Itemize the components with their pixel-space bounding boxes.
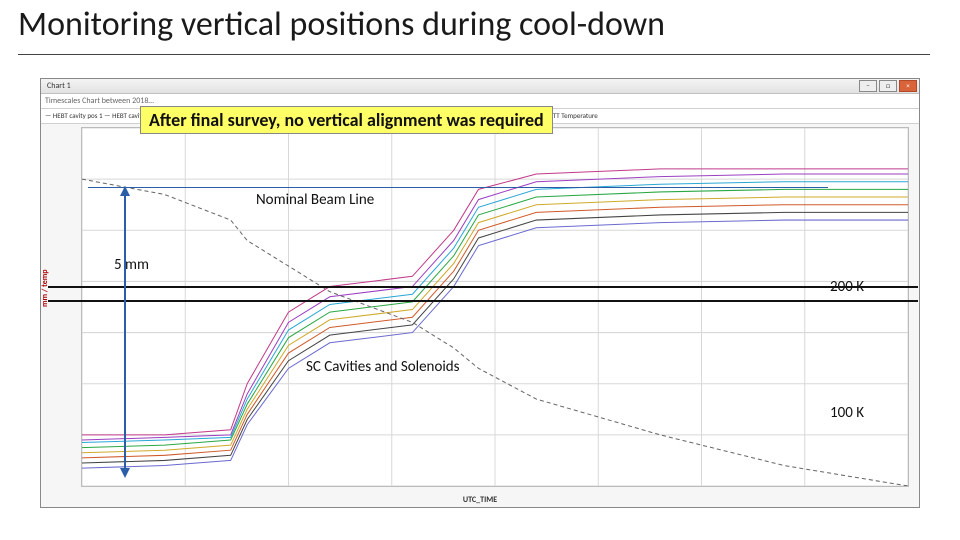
band-line-upper bbox=[48, 286, 918, 288]
callout-survey: After final survey, no vertical alignmen… bbox=[140, 106, 553, 134]
slide: Monitoring vertical positions during coo… bbox=[0, 0, 960, 540]
plot-area[interactable] bbox=[81, 127, 909, 487]
window-buttons: – □ × bbox=[859, 80, 917, 92]
chart-window: Chart 1 – □ × Timescales Chart between 2… bbox=[40, 78, 920, 508]
title-rule bbox=[18, 54, 930, 55]
annot-200k: 200 K bbox=[830, 278, 864, 296]
maximize-button[interactable]: □ bbox=[879, 80, 897, 92]
annot-sc: SC Cavities and Solenoids bbox=[306, 358, 460, 376]
band-line-lower bbox=[48, 300, 918, 302]
y-axis: mm / temp bbox=[41, 127, 81, 487]
page-title: Monitoring vertical positions during coo… bbox=[18, 4, 665, 45]
annot-100k: 100 K bbox=[830, 404, 864, 422]
minimize-button[interactable]: – bbox=[859, 80, 877, 92]
close-button[interactable]: × bbox=[899, 80, 917, 92]
nominal-line bbox=[88, 187, 828, 188]
x-axis-label: UTC_TIME bbox=[463, 495, 497, 505]
window-title: Chart 1 bbox=[47, 81, 71, 91]
plot-svg bbox=[82, 128, 908, 486]
window-titlebar[interactable]: Chart 1 – □ × bbox=[41, 79, 919, 94]
five-mm-arrow bbox=[118, 186, 132, 478]
annot-nominal: Nominal Beam Line bbox=[256, 191, 374, 209]
